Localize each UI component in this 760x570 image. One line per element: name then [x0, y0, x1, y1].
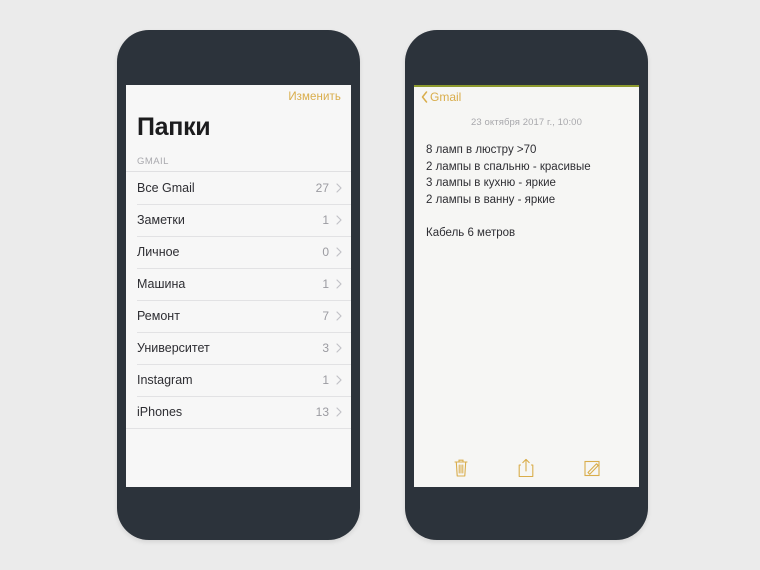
folder-label: Заметки [137, 213, 185, 227]
chevron-right-icon [336, 343, 342, 353]
compose-icon[interactable] [582, 457, 602, 479]
chevron-right-icon [336, 375, 342, 385]
note-nav-bar: Gmail [414, 85, 639, 109]
phone-device-left: Изменить Папки GMAIL Все Gmail 27 Заметк… [117, 30, 360, 540]
folder-row-iphones[interactable]: iPhones 13 [126, 396, 351, 428]
chevron-right-icon [336, 247, 342, 257]
edit-button[interactable]: Изменить [288, 91, 341, 103]
folder-count: 1 [322, 373, 329, 387]
folder-list-tail [126, 428, 351, 469]
folder-count: 1 [322, 213, 329, 227]
folder-count: 13 [315, 405, 329, 419]
folder-label: iPhones [137, 405, 183, 419]
back-button-label: Gmail [430, 90, 462, 104]
note-timestamp: 23 октября 2017 г., 10:00 [471, 117, 582, 128]
share-icon[interactable] [516, 457, 536, 479]
page-title: Папки [137, 113, 211, 141]
folder-label: Машина [137, 277, 186, 291]
status-accent-bar [414, 85, 639, 87]
chevron-right-icon [336, 311, 342, 321]
folder-row-zametki[interactable]: Заметки 1 [126, 204, 351, 236]
folders-nav-bar: Изменить [126, 85, 351, 111]
folder-row-remont[interactable]: Ремонт 7 [126, 300, 351, 332]
trash-icon[interactable] [451, 457, 471, 479]
folder-label: Все Gmail [137, 181, 195, 195]
chevron-right-icon [336, 215, 342, 225]
folder-row-instagram[interactable]: Instagram 1 [126, 364, 351, 396]
chevron-right-icon [336, 279, 342, 289]
folder-row-mashina[interactable]: Машина 1 [126, 268, 351, 300]
folders-screen: Изменить Папки GMAIL Все Gmail 27 Заметк… [126, 85, 351, 487]
folder-label: Instagram [137, 373, 193, 387]
folder-row-universitet[interactable]: Университет 3 [126, 332, 351, 364]
section-header-gmail: GMAIL [137, 156, 169, 167]
chevron-right-icon [336, 407, 342, 417]
chevron-left-icon [421, 91, 428, 103]
folder-label: Ремонт [137, 309, 180, 323]
note-toolbar [414, 449, 639, 487]
phone-device-right: Gmail 23 октября 2017 г., 10:00 8 ламп в… [405, 30, 648, 540]
folder-row-lichnoe[interactable]: Личное 0 [126, 236, 351, 268]
folder-label: Личное [137, 245, 180, 259]
folder-list: Все Gmail 27 Заметки 1 Личное 0 Машина 1… [126, 171, 351, 469]
folder-count: 7 [322, 309, 329, 323]
chevron-right-icon [336, 183, 342, 193]
note-body-text[interactable]: 8 ламп в люстру >70 2 лампы в спальню - … [426, 142, 639, 241]
folder-count: 0 [322, 245, 329, 259]
screenshot-stage: Изменить Папки GMAIL Все Gmail 27 Заметк… [0, 0, 760, 570]
back-to-gmail-button[interactable]: Gmail [421, 90, 461, 104]
folder-label: Университет [137, 341, 210, 355]
folder-row-vse-gmail[interactable]: Все Gmail 27 [126, 172, 351, 204]
note-detail-screen: Gmail 23 октября 2017 г., 10:00 8 ламп в… [414, 85, 639, 487]
folder-count: 3 [322, 341, 329, 355]
folder-count: 1 [322, 277, 329, 291]
folder-count: 27 [315, 181, 329, 195]
